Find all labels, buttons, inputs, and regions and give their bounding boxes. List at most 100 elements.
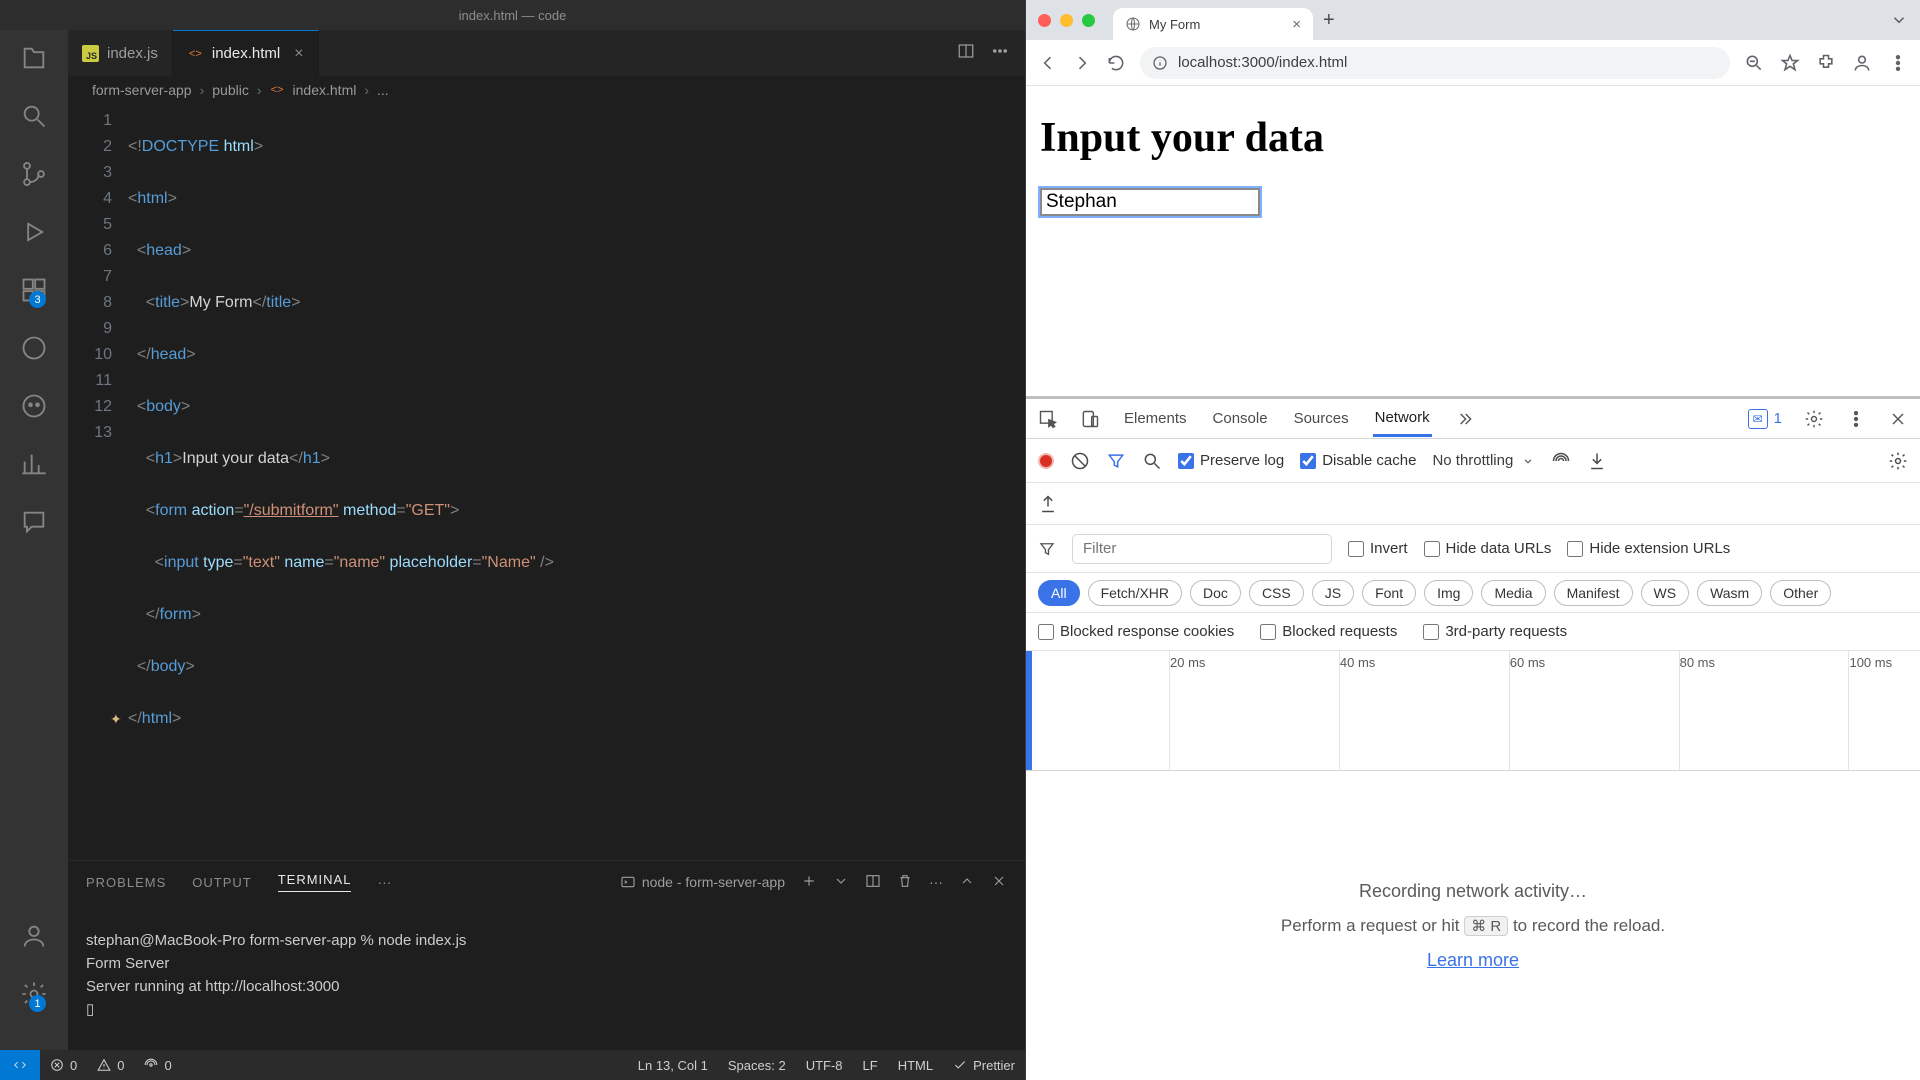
tab-output[interactable]: OUTPUT	[192, 875, 251, 890]
settings-icon[interactable]: 1	[18, 978, 50, 1010]
status-encoding[interactable]: UTF-8	[796, 1058, 853, 1073]
more-icon[interactable]: ···	[377, 874, 391, 890]
hide-data-urls-checkbox[interactable]: Hide data URLs	[1424, 540, 1552, 557]
explorer-icon[interactable]	[18, 42, 50, 74]
chip-img[interactable]: Img	[1424, 580, 1473, 606]
window-controls[interactable]	[1038, 14, 1095, 27]
bookmark-icon[interactable]	[1780, 53, 1800, 73]
export-icon[interactable]	[1038, 494, 1058, 514]
extensions-icon[interactable]	[1816, 53, 1836, 73]
chevron-down-icon[interactable]	[1890, 11, 1908, 29]
close-icon[interactable]: ×	[294, 45, 303, 63]
close-icon[interactable]: ×	[1292, 16, 1301, 33]
blocked-cookies-checkbox[interactable]: Blocked response cookies	[1038, 623, 1234, 640]
chevron-down-icon[interactable]	[833, 873, 849, 892]
name-input[interactable]	[1040, 188, 1260, 216]
more-icon[interactable]	[991, 42, 1009, 65]
status-eol[interactable]: LF	[853, 1058, 888, 1073]
status-warnings[interactable]: 0	[87, 1058, 134, 1073]
hide-extension-urls-checkbox[interactable]: Hide extension URLs	[1567, 540, 1730, 557]
chart-icon[interactable]	[18, 448, 50, 480]
close-icon[interactable]	[991, 873, 1007, 892]
extensions-icon[interactable]: 3	[18, 274, 50, 306]
status-ports[interactable]: 0	[134, 1058, 181, 1073]
breadcrumb-seg[interactable]: ...	[377, 82, 389, 98]
issues-button[interactable]: ✉1	[1748, 409, 1782, 429]
close-icon[interactable]	[1888, 409, 1908, 429]
zoom-icon[interactable]	[1744, 53, 1764, 73]
third-party-checkbox[interactable]: 3rd-party requests	[1423, 623, 1567, 640]
breadcrumb[interactable]: form-server-app› public› <> index.html› …	[68, 76, 1025, 104]
profile-icon[interactable]	[1852, 53, 1872, 73]
network-conditions-icon[interactable]	[1551, 451, 1571, 471]
chip-wasm[interactable]: Wasm	[1697, 580, 1762, 606]
forward-icon[interactable]	[1072, 53, 1092, 73]
invert-checkbox[interactable]: Invert	[1348, 540, 1408, 557]
throttling-select[interactable]: No throttling	[1432, 452, 1535, 469]
chip-other[interactable]: Other	[1770, 580, 1831, 606]
status-lang[interactable]: HTML	[888, 1058, 943, 1073]
chip-ws[interactable]: WS	[1641, 580, 1690, 606]
filter-icon[interactable]	[1106, 451, 1126, 471]
chip-manifest[interactable]: Manifest	[1554, 580, 1633, 606]
chip-all[interactable]: All	[1038, 580, 1080, 606]
source-control-icon[interactable]	[18, 158, 50, 190]
code-body[interactable]: <!DOCTYPE html> <html> <head> <title>My …	[128, 108, 1025, 860]
devtools-tab-console[interactable]: Console	[1211, 402, 1270, 435]
breadcrumb-seg[interactable]: form-server-app	[92, 82, 192, 98]
split-terminal-icon[interactable]	[865, 873, 881, 892]
blocked-requests-checkbox[interactable]: Blocked requests	[1260, 623, 1397, 640]
terminal-body[interactable]: stephan@MacBook-Pro form-server-app % no…	[68, 903, 1025, 1050]
devtools-tab-sources[interactable]: Sources	[1292, 402, 1351, 435]
remote-button[interactable]	[0, 1050, 40, 1080]
clear-icon[interactable]	[1070, 451, 1090, 471]
new-tab-button[interactable]: +	[1323, 9, 1335, 32]
status-spaces[interactable]: Spaces: 2	[718, 1058, 796, 1073]
disable-cache-checkbox[interactable]: Disable cache	[1300, 452, 1416, 469]
device-icon[interactable]	[1080, 409, 1100, 429]
menu-icon[interactable]	[1888, 53, 1908, 73]
run-debug-icon[interactable]	[18, 216, 50, 248]
import-icon[interactable]	[1587, 451, 1607, 471]
chip-css[interactable]: CSS	[1249, 580, 1304, 606]
trash-icon[interactable]	[897, 873, 913, 892]
address-bar[interactable]: localhost:3000/index.html	[1140, 47, 1730, 79]
status-errors[interactable]: 0	[40, 1058, 87, 1073]
site-info-icon[interactable]	[1152, 55, 1168, 71]
tab-terminal[interactable]: TERMINAL	[278, 872, 352, 892]
comment-icon[interactable]	[18, 506, 50, 538]
remote-icon[interactable]	[18, 332, 50, 364]
copilot-icon[interactable]	[18, 390, 50, 422]
split-editor-icon[interactable]	[957, 42, 975, 65]
browser-tab[interactable]: My Form ×	[1113, 8, 1313, 40]
network-timeline[interactable]: 20 ms 40 ms 60 ms 80 ms 100 ms	[1026, 651, 1920, 771]
more-icon[interactable]: ···	[929, 874, 943, 890]
chevron-up-icon[interactable]	[959, 873, 975, 892]
preserve-log-checkbox[interactable]: Preserve log	[1178, 452, 1284, 469]
terminal-task[interactable]: node - form-server-app	[620, 874, 785, 890]
breadcrumb-seg[interactable]: public	[212, 82, 249, 98]
code-editor[interactable]: 12345678910111213 <!DOCTYPE html> <html>…	[68, 104, 1025, 860]
devtools-tab-network[interactable]: Network	[1373, 401, 1432, 437]
devtools-tab-elements[interactable]: Elements	[1122, 402, 1189, 435]
status-cursor-pos[interactable]: Ln 13, Col 1	[628, 1058, 718, 1073]
breadcrumb-seg[interactable]: index.html	[293, 82, 357, 98]
account-icon[interactable]	[18, 920, 50, 952]
status-prettier[interactable]: Prettier	[943, 1058, 1025, 1073]
chip-doc[interactable]: Doc	[1190, 580, 1241, 606]
more-tabs-icon[interactable]	[1454, 409, 1474, 429]
search-icon[interactable]	[1142, 451, 1162, 471]
search-icon[interactable]	[18, 100, 50, 132]
tab-index-html[interactable]: <> index.html ×	[173, 30, 319, 76]
inspect-icon[interactable]	[1038, 409, 1058, 429]
chip-media[interactable]: Media	[1481, 580, 1545, 606]
devtools-menu-icon[interactable]	[1846, 409, 1866, 429]
network-settings-icon[interactable]	[1888, 451, 1908, 471]
chip-fetch[interactable]: Fetch/XHR	[1088, 580, 1182, 606]
new-terminal-icon[interactable]	[801, 873, 817, 892]
filter-input[interactable]	[1072, 534, 1332, 564]
chip-font[interactable]: Font	[1362, 580, 1416, 606]
reload-icon[interactable]	[1106, 53, 1126, 73]
tab-problems[interactable]: PROBLEMS	[86, 875, 166, 890]
chip-js[interactable]: JS	[1312, 580, 1354, 606]
